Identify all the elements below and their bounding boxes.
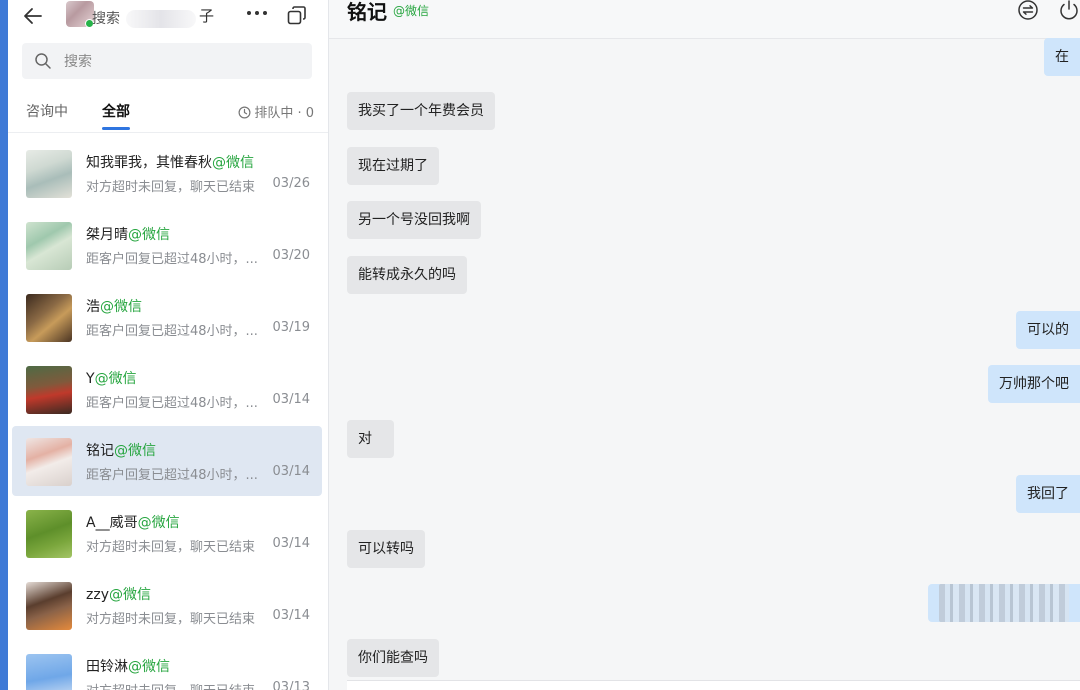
chat-source: @微信: [393, 4, 430, 18]
incoming-message: 能转成永久的吗: [347, 256, 467, 294]
outgoing-message: 在: [1044, 38, 1080, 76]
arrow-left-icon: [24, 8, 42, 24]
search-icon: [35, 53, 51, 69]
contact-name: Y@微信: [86, 371, 137, 387]
outgoing-message: 可以的: [1016, 311, 1080, 349]
chat-panel: 铭记 @微信 在 我买了一个年费会员 现在过期了 另一个号没回我啊 能转成永久的…: [329, 0, 1080, 690]
incoming-message: 对: [347, 420, 394, 458]
tab-all[interactable]: 全部: [102, 101, 130, 121]
avatar: [26, 582, 72, 630]
contact-item[interactable]: zzy@微信 对方超时未回复，聊天已结束 03/14: [12, 570, 322, 640]
contact-preview: 对方超时未回复，聊天已结束: [86, 180, 256, 195]
contact-preview: 对方超时未回复，聊天已结束: [86, 680, 266, 690]
top-search-label[interactable]: 搜索: [92, 8, 120, 28]
copy-window-icon: [287, 6, 306, 25]
more-horizontal-icon: [247, 11, 267, 15]
chat-header: 铭记 @微信: [329, 0, 1080, 39]
contact-preview: 对方超时未回复，聊天已结束: [86, 540, 256, 555]
account-name-suffix: 子: [199, 7, 215, 25]
contact-name: 田铃淋@微信: [86, 659, 170, 675]
contact-date: 03/19: [272, 320, 310, 335]
contact-name: 浩@微信: [86, 299, 142, 315]
sidebar-top-bar: 搜索 子: [8, 0, 328, 40]
incoming-message: 现在过期了: [347, 147, 439, 185]
tab-consulting[interactable]: 咨询中: [26, 101, 68, 121]
contact-name: A__威哥@微信: [86, 515, 180, 531]
contact-item[interactable]: 田铃淋@微信 对方超时未回复，聊天已结束 03/13: [12, 642, 322, 690]
active-tab-indicator: [102, 127, 130, 130]
conversation-tabs: 咨询中 全部 排队中 · 0: [8, 92, 328, 133]
outgoing-message: 万帅那个吧: [988, 365, 1080, 403]
message-composer[interactable]: [347, 680, 1080, 690]
avatar: [26, 654, 72, 690]
outgoing-message-redacted: [928, 584, 1080, 622]
contact-date: 03/14: [272, 464, 310, 479]
window-accent-strip: [0, 0, 8, 690]
conversation-sidebar: 搜索 子 咨询中 全部 排队中 · 0: [8, 0, 329, 690]
avatar: [26, 150, 72, 198]
new-window-button[interactable]: [286, 5, 308, 27]
contact-item[interactable]: 知我罪我，其惟春秋@微信 对方超时未回复，聊天已结束 03/26: [12, 138, 322, 208]
contact-date: 03/14: [272, 392, 310, 407]
contact-preview: 距客户回复已超过48小时，...: [86, 396, 258, 411]
contact-item[interactable]: Y@微信 距客户回复已超过48小时，... 03/14: [12, 354, 322, 424]
outgoing-message: 我回了: [1016, 475, 1080, 513]
contact-list: 知我罪我，其惟春秋@微信 对方超时未回复，聊天已结束 03/26 桀月晴@微信 …: [8, 138, 328, 690]
contact-preview: 距客户回复已超过48小时，...: [86, 324, 258, 339]
contact-date: 03/14: [272, 536, 310, 551]
agent-avatar[interactable]: [66, 1, 94, 28]
transfer-button[interactable]: [1017, 0, 1039, 22]
incoming-message: 你们能查吗: [347, 639, 439, 677]
contact-date: 03/14: [272, 608, 310, 623]
redacted-text: [939, 584, 1069, 622]
avatar: [26, 366, 72, 414]
contact-item[interactable]: 桀月晴@微信 距客户回复已超过48小时，... 03/20: [12, 210, 322, 280]
incoming-message: 可以转吗: [347, 530, 425, 568]
contact-preview: 对方超时未回复，聊天已结束: [86, 612, 256, 627]
power-icon: [1060, 0, 1078, 20]
contact-date: 03/26: [272, 176, 310, 191]
back-button[interactable]: [22, 2, 54, 30]
chat-title: 铭记: [347, 0, 387, 24]
contact-name: 桀月晴@微信: [86, 227, 170, 243]
avatar: [26, 294, 72, 342]
avatar: [26, 222, 72, 270]
contact-item[interactable]: 铭记@微信 距客户回复已超过48小时，... 03/14: [12, 426, 322, 496]
contact-date: 03/20: [272, 248, 310, 263]
incoming-message: 另一个号没回我啊: [347, 201, 481, 239]
contact-item[interactable]: A__威哥@微信 对方超时未回复，聊天已结束 03/14: [12, 498, 322, 568]
queue-label: 排队中 · 0: [254, 106, 314, 121]
search-box[interactable]: [22, 43, 312, 79]
contact-preview: 距客户回复已超过48小时，...: [86, 468, 258, 483]
transfer-icon: [1018, 0, 1038, 20]
avatar: [26, 438, 72, 486]
contact-name: 铭记@微信: [86, 443, 156, 459]
incoming-message: 我买了一个年费会员: [347, 92, 495, 130]
contact-date: 03/13: [272, 680, 310, 690]
redacted-account-name: [126, 10, 196, 28]
clock-icon: [238, 106, 251, 119]
contact-item[interactable]: 浩@微信 距客户回复已超过48小时，... 03/19: [12, 282, 322, 352]
contact-name: 知我罪我，其惟春秋@微信: [86, 155, 254, 171]
search-input[interactable]: [62, 50, 296, 74]
end-session-button[interactable]: [1058, 0, 1080, 22]
queue-status[interactable]: 排队中 · 0: [238, 102, 314, 121]
avatar: [26, 510, 72, 558]
contact-name: zzy@微信: [86, 587, 151, 603]
more-button[interactable]: [244, 0, 270, 32]
contact-preview: 距客户回复已超过48小时，...: [86, 252, 258, 267]
